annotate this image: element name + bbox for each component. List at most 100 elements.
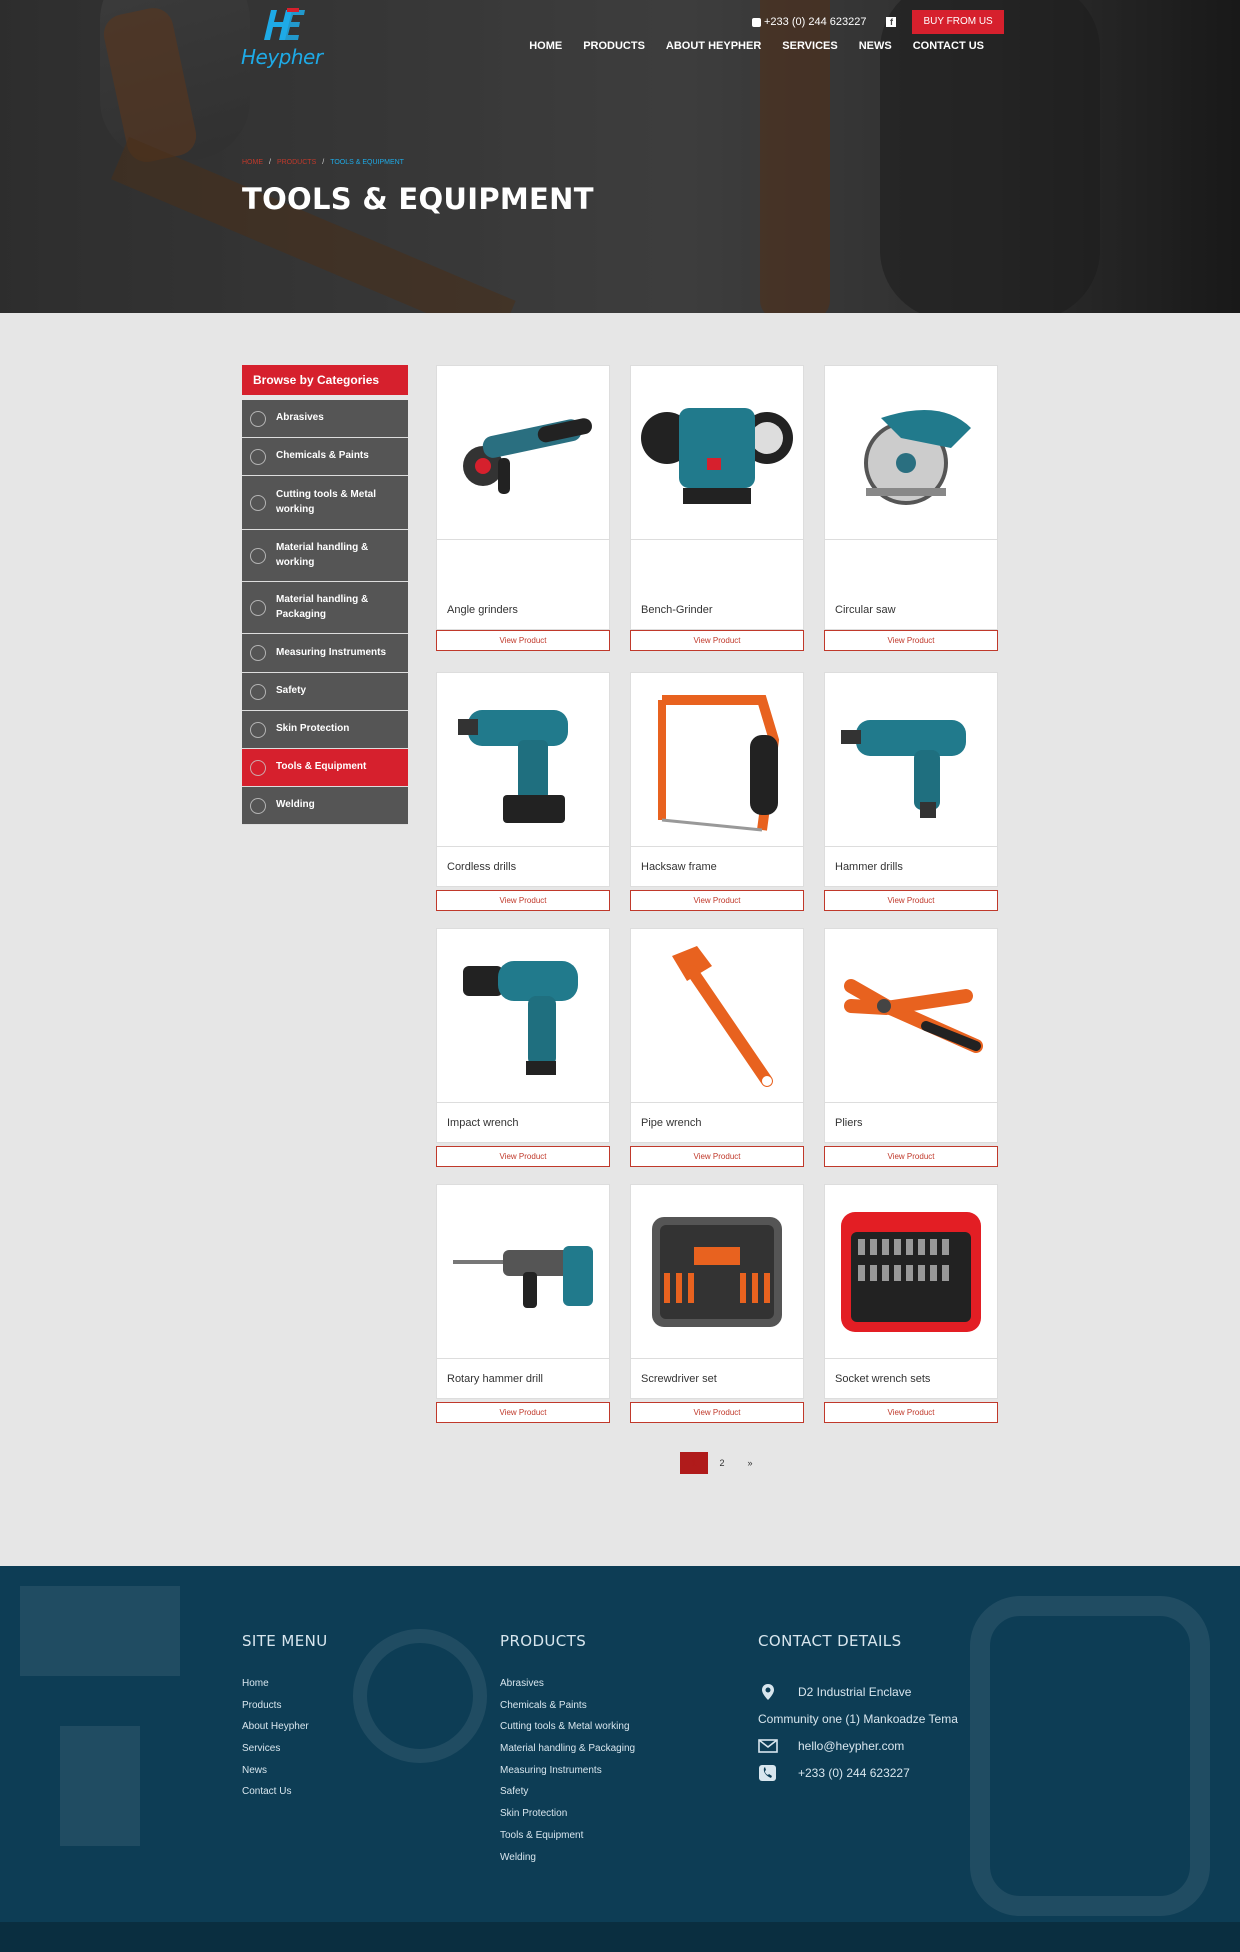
product-name[interactable]: Angle grinders	[436, 590, 610, 630]
footer-email-row[interactable]: hello@heypher.com	[758, 1732, 958, 1759]
footer-product-link[interactable]: Abrasives	[500, 1678, 635, 1700]
footer-product-link[interactable]: Tools & Equipment	[500, 1830, 635, 1852]
product-card[interactable]: Impact wrench View Product	[436, 928, 610, 1167]
footer-menu-link[interactable]: Contact Us	[242, 1786, 328, 1808]
product-image[interactable]	[436, 1184, 610, 1359]
breadcrumb-home[interactable]: HOME	[242, 159, 263, 166]
product-name[interactable]: Cordless drills	[436, 847, 610, 887]
sidebar-item[interactable]: Welding	[242, 787, 408, 825]
top-phone[interactable]: +233 (0) 244 623227	[752, 16, 866, 28]
product-card[interactable]: Cordless drills View Product	[436, 672, 610, 911]
sidebar-item[interactable]: Material handling & working	[242, 530, 408, 582]
view-product-button[interactable]: View Product	[824, 1402, 998, 1423]
view-product-button[interactable]: View Product	[630, 1402, 804, 1423]
nav-products[interactable]: PRODUCTS	[583, 40, 645, 52]
sidebar-item[interactable]: Skin Protection	[242, 711, 408, 749]
sidebar-item[interactable]: Cutting tools & Metal working	[242, 476, 408, 530]
product-card[interactable]: Socket wrench sets View Product	[824, 1184, 998, 1423]
product-image-spacer	[630, 540, 804, 590]
product-card[interactable]: Pipe wrench View Product	[630, 928, 804, 1167]
footer-menu-link[interactable]: News	[242, 1765, 328, 1787]
product-name[interactable]: Impact wrench	[436, 1103, 610, 1143]
sidebar-item[interactable]: Material handling & Packaging	[242, 582, 408, 634]
sidebar-item[interactable]: Measuring Instruments	[242, 634, 408, 673]
view-product-button[interactable]: View Product	[630, 890, 804, 911]
product-image[interactable]	[630, 928, 804, 1103]
product-name[interactable]: Pipe wrench	[630, 1103, 804, 1143]
view-product-button[interactable]: View Product	[436, 1402, 610, 1423]
nav-news[interactable]: NEWS	[859, 40, 892, 52]
product-image-spacer	[824, 540, 998, 590]
view-product-button[interactable]: View Product	[630, 630, 804, 651]
footer-product-link[interactable]: Material handling & Packaging	[500, 1743, 635, 1765]
footer-menu-link[interactable]: About Heypher	[242, 1721, 328, 1743]
sidebar-item[interactable]: Chemicals & Paints	[242, 438, 408, 476]
product-card[interactable]: Circular saw View Product	[824, 365, 998, 652]
product-card[interactable]: Hacksaw frame View Product	[630, 672, 804, 911]
footer-menu-link[interactable]: Services	[242, 1743, 328, 1765]
product-image[interactable]	[824, 928, 998, 1103]
footer-product-link[interactable]: Skin Protection	[500, 1808, 635, 1830]
product-name[interactable]: Rotary hammer drill	[436, 1359, 610, 1399]
footer-product-link[interactable]: Measuring Instruments	[500, 1765, 635, 1787]
product-card[interactable]: Rotary hammer drill View Product	[436, 1184, 610, 1423]
sidebar-item[interactable]: Tools & Equipment	[242, 749, 408, 787]
view-product-button[interactable]: View Product	[824, 1146, 998, 1167]
product-card[interactable]: Screwdriver set View Product	[630, 1184, 804, 1423]
product-image[interactable]	[824, 365, 998, 540]
sidebar-heading: Browse by Categories	[242, 365, 408, 395]
view-product-button[interactable]: View Product	[824, 890, 998, 911]
nav-contact[interactable]: CONTACT US	[913, 40, 984, 52]
breadcrumb-products[interactable]: PRODUCTS	[277, 159, 316, 166]
nav-services[interactable]: SERVICES	[782, 40, 837, 52]
product-name[interactable]: Hammer drills	[824, 847, 998, 887]
footer-product-link[interactable]: Cutting tools & Metal working	[500, 1721, 635, 1743]
product-name[interactable]: Circular saw	[824, 590, 998, 630]
page-2-button[interactable]: 2	[708, 1452, 736, 1474]
product-name[interactable]: Bench-Grinder	[630, 590, 804, 630]
product-card[interactable]: Hammer drills View Product	[824, 672, 998, 911]
footer-menu-link[interactable]: Home	[242, 1678, 328, 1700]
product-name[interactable]: Hacksaw frame	[630, 847, 804, 887]
nav-about[interactable]: ABOUT HEYPHER	[666, 40, 761, 52]
product-image[interactable]	[436, 365, 610, 540]
product-image[interactable]	[630, 672, 804, 847]
facebook-icon[interactable]: f	[886, 17, 897, 27]
buy-from-us-button[interactable]: BUY FROM US	[912, 10, 1004, 34]
sidebar-item[interactable]: Safety	[242, 673, 408, 711]
footer-phone-row[interactable]: +233 (0) 244 623227	[758, 1759, 958, 1786]
cutter-icon	[250, 494, 266, 511]
view-product-button[interactable]: View Product	[436, 1146, 610, 1167]
product-image[interactable]	[824, 1184, 998, 1359]
product-image[interactable]	[630, 365, 804, 540]
product-image[interactable]	[436, 928, 610, 1103]
footer-product-link[interactable]: Chemicals & Paints	[500, 1700, 635, 1722]
view-product-button[interactable]: View Product	[436, 630, 610, 651]
product-card[interactable]: Angle grinders View Product	[436, 365, 610, 652]
tape-measure-icon	[250, 645, 266, 661]
sidebar-item[interactable]: Abrasives	[242, 400, 408, 438]
product-image[interactable]	[436, 672, 610, 847]
page-1-button[interactable]: 1	[680, 1452, 708, 1474]
product-card[interactable]: Pliers View Product	[824, 928, 998, 1167]
footer-menu-link[interactable]: Products	[242, 1700, 328, 1722]
product-name[interactable]: Pliers	[824, 1103, 998, 1143]
product-name[interactable]: Screwdriver set	[630, 1359, 804, 1399]
product-image[interactable]	[630, 1184, 804, 1359]
view-product-button[interactable]: View Product	[436, 890, 610, 911]
phone-icon	[752, 17, 761, 27]
footer-phone[interactable]: +233 (0) 244 623227	[798, 1766, 910, 1780]
footer-product-link[interactable]: Welding	[500, 1852, 635, 1874]
next-page-button[interactable]: »	[736, 1452, 764, 1474]
footer-product-link[interactable]: Safety	[500, 1786, 635, 1808]
view-product-button[interactable]: View Product	[824, 630, 998, 651]
product-name[interactable]: Socket wrench sets	[824, 1359, 998, 1399]
brand-logo[interactable]: Heypher	[241, 8, 331, 69]
footer-email[interactable]: hello@heypher.com	[798, 1739, 904, 1753]
top-phone-text: +233 (0) 244 623227	[764, 16, 867, 28]
product-card[interactable]: Bench-Grinder View Product	[630, 365, 804, 652]
breadcrumb-current: TOOLS & EQUIPMENT	[330, 159, 404, 166]
product-image[interactable]	[824, 672, 998, 847]
nav-home[interactable]: HOME	[529, 40, 562, 52]
view-product-button[interactable]: View Product	[630, 1146, 804, 1167]
